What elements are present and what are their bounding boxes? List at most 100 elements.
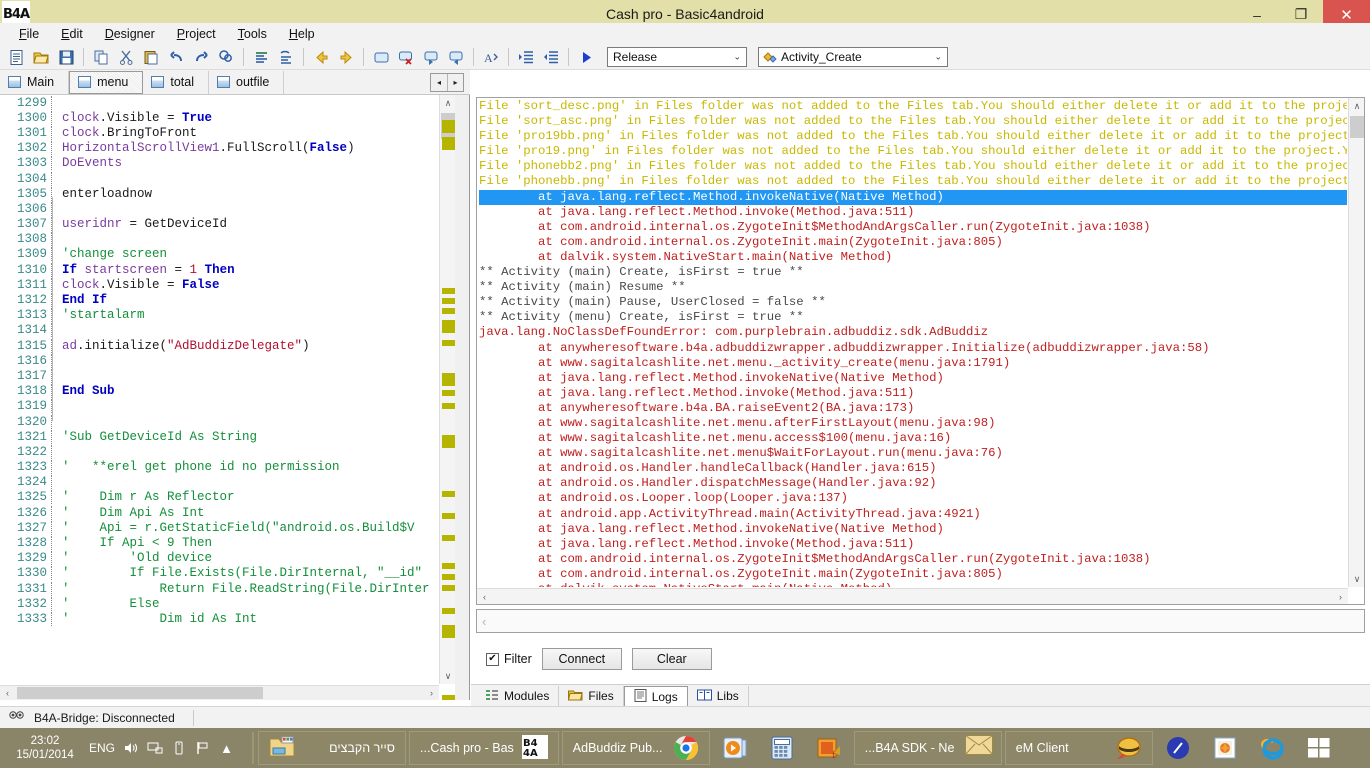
code-line[interactable]: 1307 useridnr = GetDeviceId <box>0 217 439 232</box>
code-line[interactable]: 1299 <box>0 95 439 110</box>
taskbar-clock[interactable]: 23:02 15/01/2014 <box>8 734 82 762</box>
menu-item-tools[interactable]: Tools <box>227 25 278 43</box>
log-scroll-left-icon[interactable]: ‹ <box>477 589 492 604</box>
indent-icon[interactable] <box>514 46 538 68</box>
menu-item-help[interactable]: Help <box>278 25 326 43</box>
bottom-tab-files[interactable]: Files <box>559 686 624 706</box>
code-line[interactable]: 1317 <box>0 368 439 383</box>
code-line[interactable]: 1315 ad.initialize("AdBuddizDelegate") <box>0 338 439 353</box>
code-text-area[interactable]: 1299 1300 clock.Visible = True 1301 clock.Br… <box>0 95 439 700</box>
code-line[interactable]: 1303 DoEvents <box>0 156 439 171</box>
code-line[interactable]: 1312 End If <box>0 292 439 308</box>
save-icon[interactable] <box>54 46 78 68</box>
log-line[interactable]: at android.os.Handler.handleCallback(Han… <box>479 461 1347 476</box>
code-line[interactable]: 1306 <box>0 201 439 216</box>
copy-icon[interactable] <box>89 46 113 68</box>
code-line[interactable]: 1301 clock.BringToFront <box>0 125 439 140</box>
taskbar-item-calculator[interactable] <box>760 731 804 765</box>
tab-menu[interactable]: menu <box>69 70 144 94</box>
taskbar-item-mail[interactable]: ...B4A SDK - Ne <box>853 731 1002 765</box>
log-line[interactable]: at anywheresoftware.b4a.BA.raiseEvent2(B… <box>479 401 1347 416</box>
paste-icon[interactable] <box>139 46 163 68</box>
find-icon[interactable] <box>214 46 238 68</box>
code-editor[interactable]: 1299 1300 clock.Visible = True 1301 clock.Br… <box>0 95 470 700</box>
scroll-left-icon[interactable]: ‹ <box>0 686 15 701</box>
code-line[interactable]: 1333 ' Dim id As Int <box>0 611 439 626</box>
log-line[interactable]: at com.android.internal.os.ZygoteInit.ma… <box>479 235 1347 250</box>
editor-hscroll-thumb[interactable] <box>17 687 263 699</box>
code-line[interactable]: 1314 <box>0 323 439 338</box>
log-line[interactable]: at com.android.internal.os.ZygoteInit.ma… <box>479 567 1347 582</box>
log-line[interactable]: File 'pro19bb.png' in Files folder was n… <box>479 129 1347 144</box>
log-line[interactable]: ** Activity (menu) Create, isFirst = tru… <box>479 310 1347 325</box>
log-line[interactable]: at java.lang.reflect.Method.invokeNative… <box>479 522 1347 537</box>
code-line[interactable]: 1321 'Sub GetDeviceId As String <box>0 429 439 444</box>
forward-arrow-icon[interactable] <box>334 46 358 68</box>
checkbox-checked-icon[interactable]: ✔ <box>486 652 499 666</box>
log-line[interactable]: at dalvik.system.NativeStart.main(Native… <box>479 250 1347 265</box>
code-line[interactable]: 1332 ' Else <box>0 596 439 611</box>
code-line[interactable]: 1326 ' Dim Api As Int <box>0 505 439 520</box>
log-line[interactable]: at java.lang.reflect.Method.invoke(Metho… <box>479 205 1347 220</box>
bookmark-next-icon[interactable] <box>444 46 468 68</box>
taskbar-item-windows-start[interactable] <box>1297 731 1341 765</box>
back-arrow-icon[interactable] <box>309 46 333 68</box>
log-line[interactable]: at www.sagitalcashlite.net.menu.afterFir… <box>479 416 1347 431</box>
code-line[interactable]: 1322 <box>0 444 439 459</box>
code-line[interactable]: 1311 clock.Visible = False <box>0 277 439 292</box>
run-icon[interactable] <box>574 46 598 68</box>
log-vertical-scrollbar[interactable]: ∧ ∨ <box>1348 98 1364 587</box>
scroll-up-icon[interactable]: ∧ <box>440 95 456 111</box>
taskbar-item-photo-editor[interactable]: f <box>807 731 851 765</box>
show-hidden-icon[interactable]: ▲ <box>218 740 235 757</box>
log-scroll-right-icon[interactable]: › <box>1333 589 1348 604</box>
build-mode-select[interactable]: Release ⌄ <box>607 47 747 67</box>
taskbar-item-image-viewer[interactable] <box>1203 731 1247 765</box>
flag-icon[interactable] <box>194 740 211 757</box>
bookmark-prev-icon[interactable] <box>419 46 443 68</box>
log-line[interactable]: at com.android.internal.os.ZygoteInit$Me… <box>479 552 1347 567</box>
log-line[interactable]: at java.lang.reflect.Method.invokeNative… <box>479 371 1347 386</box>
code-line[interactable]: 1309 'change screen <box>0 247 439 262</box>
undo-icon[interactable] <box>164 46 188 68</box>
code-line[interactable]: 1313 'startalarm <box>0 308 439 323</box>
code-line[interactable]: 1304 <box>0 171 439 186</box>
log-line[interactable]: at www.sagitalcashlite.net.menu._activit… <box>479 356 1347 371</box>
taskbar-item-chrome[interactable]: AdBuddiz Pub... <box>561 731 710 765</box>
scroll-down-icon[interactable]: ∨ <box>440 668 456 684</box>
bookmark-clear-icon[interactable] <box>394 46 418 68</box>
code-line[interactable]: 1310 If startscreen = 1 Then <box>0 262 439 277</box>
log-filter-input-box[interactable]: ‹ <box>476 609 1365 633</box>
log-line[interactable]: File 'sort_asc.png' in Files folder was … <box>479 114 1347 129</box>
log-line[interactable]: at java.lang.reflect.Method.invoke(Metho… <box>479 386 1347 401</box>
code-line[interactable]: 1330 ' If File.Exists(File.DirInternal, "… <box>0 566 439 581</box>
code-line[interactable]: 1318 End Sub <box>0 384 439 399</box>
code-line[interactable]: 1325 ' Dim r As Reflector <box>0 490 439 505</box>
tab-next-button[interactable]: ▸ <box>447 73 463 91</box>
log-line[interactable]: ** Activity (main) Pause, UserClosed = f… <box>479 295 1347 310</box>
taskbar-item-internet-explorer[interactable] <box>1250 731 1294 765</box>
log-line-selected[interactable]: at java.lang.reflect.Method.invokeNative… <box>479 189 1347 205</box>
volume-icon[interactable] <box>122 740 139 757</box>
log-line[interactable]: at www.sagitalcashlite.net.menu.access$1… <box>479 431 1347 446</box>
taskbar-item-emclient[interactable]: eM Client <box>1004 731 1153 765</box>
menu-item-file[interactable]: File <box>8 25 50 43</box>
log-horizontal-scrollbar[interactable]: ‹ › <box>477 588 1348 604</box>
log-line[interactable]: ** Activity (main) Create, isFirst = tru… <box>479 265 1347 280</box>
menu-item-edit[interactable]: Edit <box>50 25 94 43</box>
log-line[interactable]: File 'phonebb2.png' in Files folder was … <box>479 159 1347 174</box>
open-folder-icon[interactable] <box>29 46 53 68</box>
taskbar-item-explorer[interactable]: סייר הקבצים <box>258 731 406 765</box>
bottom-tab-modules[interactable]: Modules <box>476 686 560 706</box>
code-line[interactable]: 1305 enterloadnow <box>0 186 439 201</box>
log-scroll-up-icon[interactable]: ∧ <box>1349 98 1364 114</box>
align-icon[interactable] <box>249 46 273 68</box>
tab-main[interactable]: Main <box>0 70 70 94</box>
log-line[interactable]: at java.lang.reflect.Method.invoke(Metho… <box>479 537 1347 552</box>
cut-icon[interactable] <box>114 46 138 68</box>
log-line[interactable]: at com.android.internal.os.ZygoteInit$Me… <box>479 220 1347 235</box>
code-line[interactable]: 1316 <box>0 353 439 368</box>
code-line[interactable]: 1324 <box>0 475 439 490</box>
show-desktop-button[interactable] <box>1360 728 1370 768</box>
language-indicator[interactable]: ENG <box>89 741 115 755</box>
